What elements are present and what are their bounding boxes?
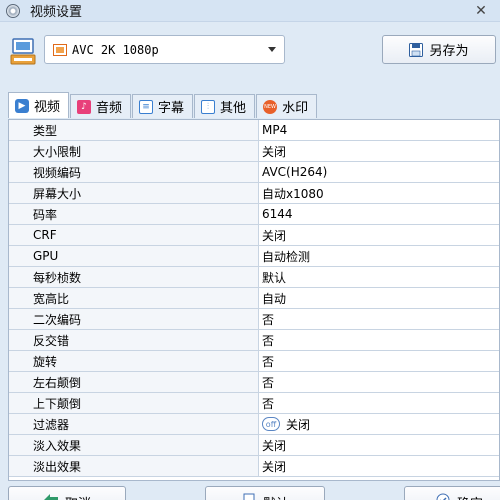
format-select[interactable]: AVC 2K 1080p — [44, 35, 285, 64]
format-select-value: AVC 2K 1080p — [72, 42, 159, 57]
property-label: 淡出效果 — [9, 456, 259, 476]
property-value[interactable]: 关闭 — [259, 435, 499, 455]
property-value[interactable]: 默认 — [259, 267, 499, 287]
tab-subtitle[interactable]: ≡ 字幕 — [132, 94, 194, 118]
tab-other[interactable]: ⫶ 其他 — [194, 94, 256, 118]
ok-button[interactable]: 确定 — [404, 486, 500, 500]
property-row[interactable]: 反交错否 — [9, 330, 499, 351]
property-value[interactable]: 自动 — [259, 288, 499, 308]
video-tab-icon: ▶ — [15, 98, 29, 113]
property-row[interactable]: 淡入效果 关闭 — [9, 435, 499, 456]
property-row[interactable]: 左右颠倒否 — [9, 372, 499, 393]
floppy-disk-icon — [409, 42, 424, 57]
cancel-button[interactable]: 取消 — [8, 486, 126, 500]
property-label: 左右颠倒 — [9, 372, 259, 392]
property-value[interactable]: 6144 — [259, 204, 499, 224]
chevron-down-icon — [268, 47, 276, 52]
close-icon: ✕ — [475, 3, 487, 19]
tab-video[interactable]: ▶ 视频 — [8, 92, 70, 118]
check-circle-icon — [436, 493, 450, 500]
tab-audio-label: 音频 — [96, 101, 123, 116]
property-row[interactable]: 大小限制 关闭 — [9, 141, 499, 162]
tab-watermark-label: 水印 — [282, 101, 309, 116]
property-label: 码率 — [9, 204, 259, 224]
property-label: 反交错 — [9, 330, 259, 350]
ok-label: 确定 — [457, 493, 483, 500]
property-row[interactable]: 屏幕大小 自动x1080 — [9, 183, 499, 204]
property-label: GPU — [9, 246, 259, 266]
property-label: 过滤器 — [9, 414, 259, 434]
tab-video-label: 视频 — [34, 100, 61, 115]
save-as-label: 另存为 — [429, 44, 469, 59]
property-label: 上下颠倒 — [9, 393, 259, 413]
property-label: CRF — [9, 225, 259, 245]
toggle-off-icon[interactable]: off — [262, 417, 280, 431]
property-value[interactable]: AVC(H264) — [259, 162, 499, 182]
tab-audio[interactable]: ♪ 音频 — [70, 94, 132, 118]
property-value[interactable]: 否 — [259, 309, 499, 329]
default-button[interactable]: 默认 — [205, 486, 325, 500]
property-row[interactable]: 过滤器 off 关闭 — [9, 414, 499, 435]
sliders-tab-icon: ⫶ — [201, 99, 216, 114]
property-value[interactable]: 关闭 — [259, 225, 499, 245]
property-value[interactable]: 否 — [259, 351, 499, 371]
video-format-icon — [53, 43, 67, 56]
property-label: 二次编码 — [9, 309, 259, 329]
app-disc-icon — [4, 2, 24, 20]
property-row[interactable]: 淡出效果 关闭 — [9, 456, 499, 477]
property-value[interactable]: 否 — [259, 393, 499, 413]
property-value[interactable]: 否 — [259, 330, 499, 350]
property-row[interactable]: 旋转否 — [9, 351, 499, 372]
cancel-label: 取消 — [65, 493, 91, 500]
back-arrow-icon — [43, 494, 58, 500]
save-as-button[interactable]: 另存为 — [382, 35, 496, 64]
property-row[interactable]: 视频编码 AVC(H264) — [9, 162, 499, 183]
watermark-tab-icon: NEW — [263, 99, 278, 114]
property-label: 屏幕大小 — [9, 183, 259, 203]
property-label: 大小限制 — [9, 141, 259, 161]
property-value[interactable]: MP4 — [259, 120, 499, 140]
property-label: 旋转 — [9, 351, 259, 371]
subtitle-tab-icon: ≡ — [139, 99, 154, 114]
property-value-filter[interactable]: off 关闭 — [259, 414, 499, 434]
property-label: 类型 — [9, 120, 259, 140]
tab-watermark[interactable]: NEW 水印 — [256, 94, 318, 118]
property-value[interactable]: 自动检测 — [259, 246, 499, 266]
property-row[interactable]: 二次编码否 — [9, 309, 499, 330]
property-label: 宽高比 — [9, 288, 259, 308]
close-button[interactable]: ✕ — [470, 2, 492, 20]
property-row[interactable]: 类型 MP4 — [9, 120, 499, 141]
property-value[interactable]: 关闭 — [259, 141, 499, 161]
property-row[interactable]: 每秒桢数 默认 — [9, 267, 499, 288]
property-value[interactable]: 否 — [259, 372, 499, 392]
property-row[interactable]: GPU 自动检测 — [9, 246, 499, 267]
property-grid: 类型 MP4 大小限制 关闭 视频编码 AVC(H264) 屏幕大小 自动x1080 码… — [8, 119, 500, 481]
property-label: 视频编码 — [9, 162, 259, 182]
property-row[interactable]: CRF 关闭 — [9, 225, 499, 246]
filter-value: 关闭 — [286, 417, 311, 432]
output-format-icon — [10, 38, 36, 65]
settings-tabs: ▶ 视频 ♪ 音频 ≡ 字幕 ⫶ 其他 NEW 水印 — [8, 92, 318, 118]
window-title: 视频设置 — [30, 5, 83, 20]
property-row[interactable]: 码率 6144 — [9, 204, 499, 225]
property-value[interactable]: 自动x1080 — [259, 183, 499, 203]
document-icon — [243, 493, 255, 500]
property-label: 淡入效果 — [9, 435, 259, 455]
property-value[interactable]: 关闭 — [259, 456, 499, 476]
default-label: 默认 — [263, 493, 289, 500]
music-tab-icon: ♪ — [77, 99, 92, 114]
tab-subtitle-label: 字幕 — [158, 101, 185, 116]
title-bar: 视频设置 ✕ — [0, 0, 500, 22]
property-row[interactable]: 上下颠倒否 — [9, 393, 499, 414]
tab-other-label: 其他 — [220, 101, 247, 116]
property-label: 每秒桢数 — [9, 267, 259, 287]
property-row[interactable]: 宽高比 自动 — [9, 288, 499, 309]
